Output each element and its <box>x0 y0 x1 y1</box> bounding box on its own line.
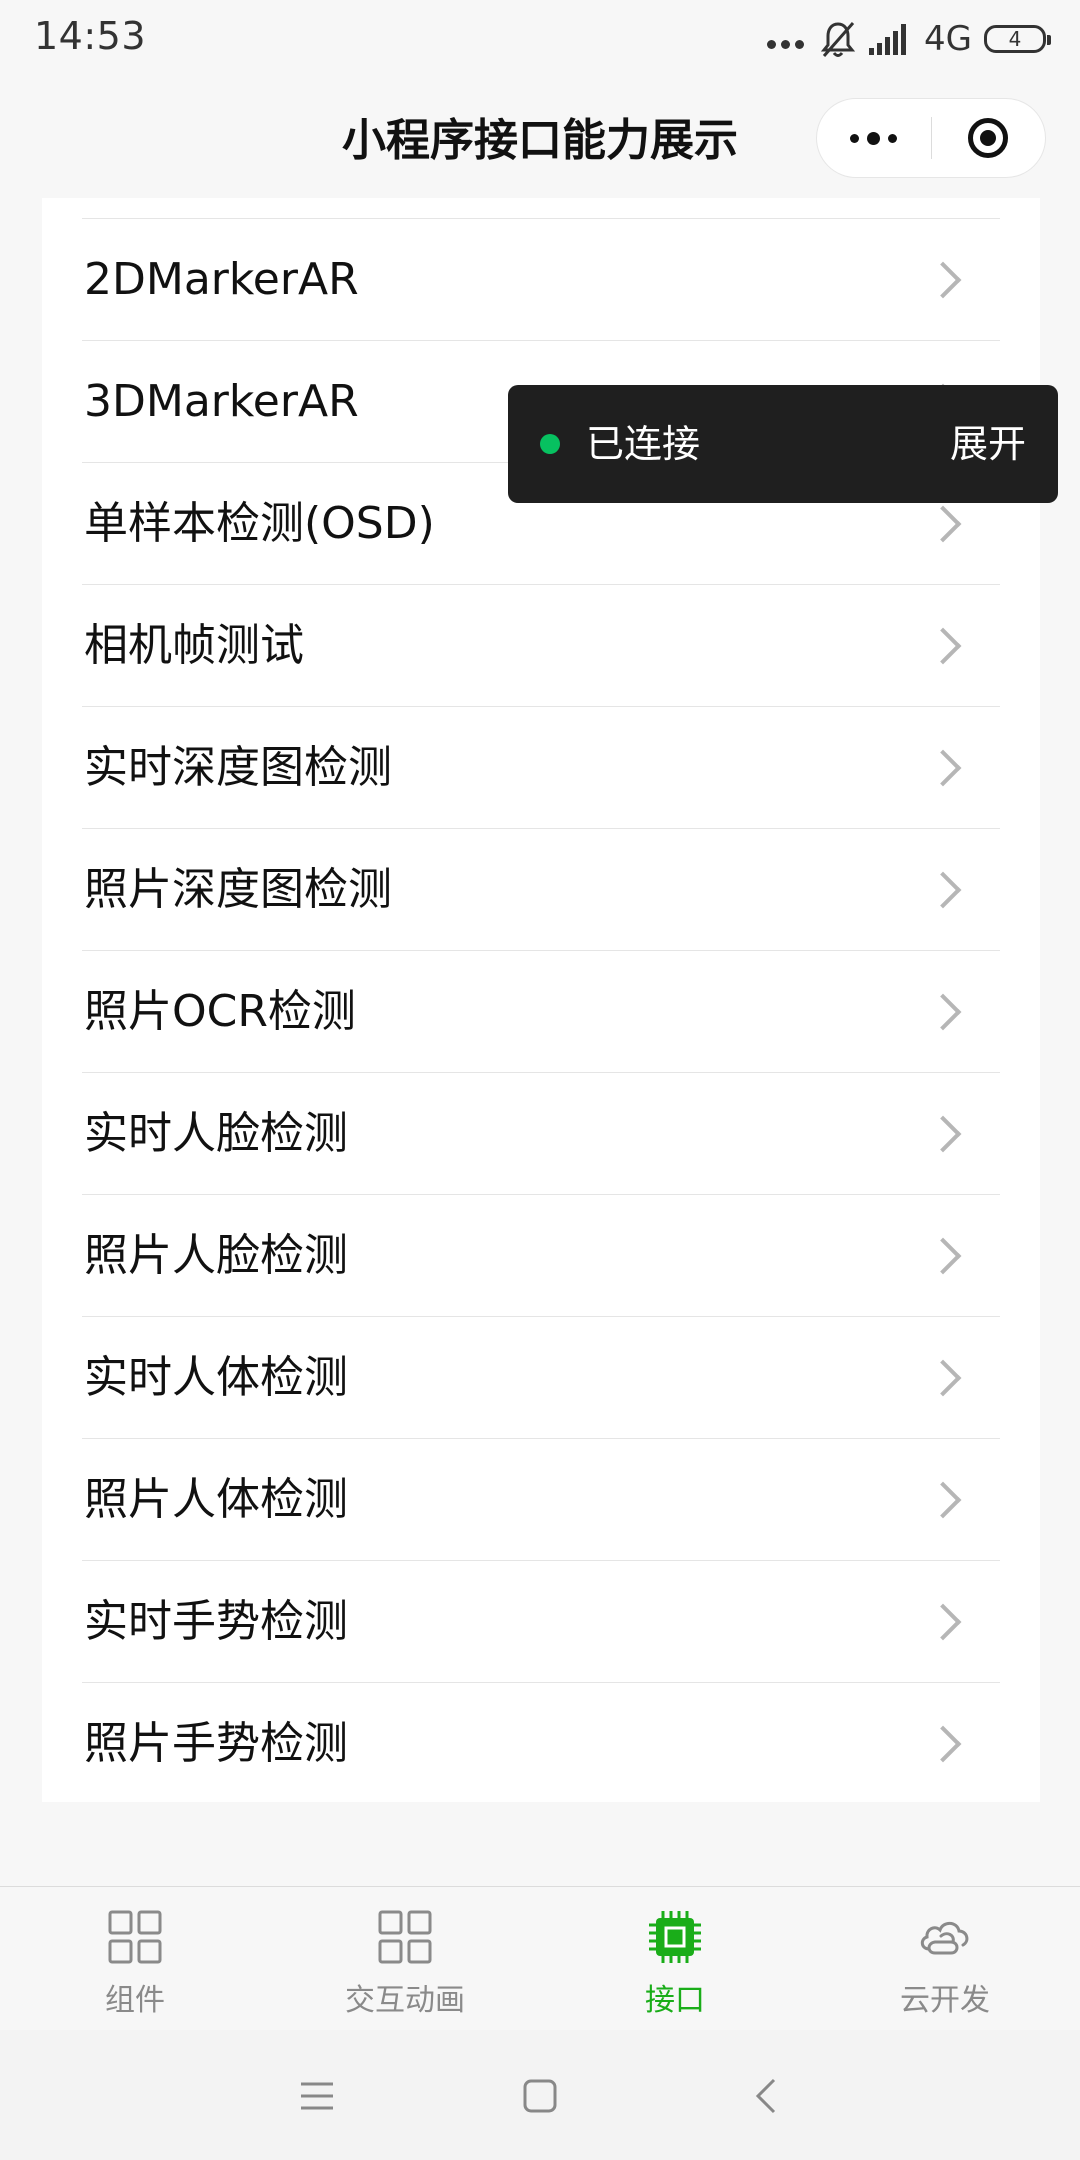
list-item[interactable]: 照片人体检测 <box>82 1439 1000 1561</box>
list-item-label: 照片人体检测 <box>84 1474 348 1525</box>
list-item-label: 相机帧测试 <box>84 620 304 671</box>
tab-label: 接口 <box>645 1983 705 2018</box>
chevron-right-icon <box>924 1359 962 1397</box>
tab-cloud[interactable]: 云开发 <box>810 1887 1080 2031</box>
chevron-right-icon <box>924 871 962 909</box>
battery-icon: 4 <box>984 25 1051 53</box>
menu-icon[interactable] <box>287 2066 347 2126</box>
list-item-label: 实时人体检测 <box>84 1352 348 1403</box>
tab-label: 交互动画 <box>345 1983 465 2018</box>
chip-icon <box>649 1911 701 1963</box>
system-nav-bar <box>0 2030 1080 2160</box>
more-dot-icon <box>850 133 860 143</box>
notification-dots-icon <box>767 39 805 49</box>
tab-animation[interactable]: 交互动画 <box>270 1887 540 2031</box>
list-item[interactable]: 相机帧测试 <box>82 585 1000 707</box>
chevron-right-icon <box>924 261 962 299</box>
chevron-right-icon <box>924 505 962 543</box>
close-miniprogram-button[interactable] <box>932 98 1046 178</box>
grid-icon <box>108 1910 162 1964</box>
more-dot-icon <box>867 131 881 145</box>
signal-icon <box>869 24 907 55</box>
chevron-right-icon <box>924 1237 962 1275</box>
chevron-right-icon <box>924 1603 962 1641</box>
status-time: 14:53 <box>34 14 147 58</box>
list-item[interactable]: 2DMarkerAR <box>82 219 1000 341</box>
list-item-label: 3DMarkerAR <box>84 376 359 427</box>
list-item[interactable]: 照片OCR检测 <box>82 951 1000 1073</box>
list-item-label: 单样本检测(OSD) <box>84 498 435 549</box>
battery-level: 4 <box>1008 27 1022 51</box>
list-item[interactable]: 照片手势检测 <box>82 1683 1000 1805</box>
connected-dot-icon <box>540 434 560 454</box>
list-item-label: 照片深度图检测 <box>84 864 392 915</box>
list-item-label: 照片人脸检测 <box>84 1230 348 1281</box>
tab-label: 云开发 <box>900 1983 990 2018</box>
tab-components[interactable]: 组件 <box>0 1887 270 2031</box>
tab-api[interactable]: 接口 <box>540 1887 810 2031</box>
list-item[interactable]: 实时深度图检测 <box>82 707 1000 829</box>
chevron-right-icon <box>924 1481 962 1519</box>
capsule-menu <box>816 98 1046 178</box>
target-icon <box>968 118 1009 158</box>
chevron-right-icon <box>924 1115 962 1153</box>
tab-bar: 组件 交互动画 接口 云开发 <box>0 1886 1080 2030</box>
network-type: 4G <box>924 19 972 59</box>
more-dot-icon <box>888 133 898 143</box>
tab-label: 组件 <box>105 1983 165 2018</box>
connection-toast[interactable]: 已连接 展开 <box>508 385 1058 503</box>
chevron-right-icon <box>924 627 962 665</box>
more-button[interactable] <box>817 98 931 178</box>
list-item[interactable]: 实时人脸检测 <box>82 1073 1000 1195</box>
list-item[interactable]: 照片深度图检测 <box>82 829 1000 951</box>
list-item-label: 2DMarkerAR <box>84 254 359 305</box>
list-item[interactable]: 照片人脸检测 <box>82 1195 1000 1317</box>
chevron-right-icon <box>924 1725 962 1763</box>
list-item-label: 照片OCR检测 <box>84 986 356 1037</box>
connection-status: 已连接 <box>586 422 701 466</box>
expand-button[interactable]: 展开 <box>950 385 1026 503</box>
home-icon[interactable] <box>510 2066 570 2126</box>
list-item[interactable]: 实时手势检测 <box>82 1561 1000 1683</box>
chevron-right-icon <box>924 749 962 787</box>
status-bar: 14:53 4G 4 <box>0 0 1080 80</box>
list-item-label: 照片手势检测 <box>84 1718 348 1769</box>
list-item[interactable]: 实时人体检测 <box>82 1317 1000 1439</box>
list-item-label: 实时深度图检测 <box>84 742 392 793</box>
chevron-right-icon <box>924 993 962 1031</box>
list-item-label: 实时手势检测 <box>84 1596 348 1647</box>
list-item-label: 实时人脸检测 <box>84 1108 348 1159</box>
bell-muted-icon <box>820 22 856 57</box>
grid-icon <box>378 1910 432 1964</box>
back-icon[interactable] <box>738 2066 798 2126</box>
nav-header: 小程序接口能力展示 <box>0 80 1080 190</box>
cloud-icon <box>920 1921 969 1955</box>
status-icons: 4G 4 <box>767 14 1051 64</box>
